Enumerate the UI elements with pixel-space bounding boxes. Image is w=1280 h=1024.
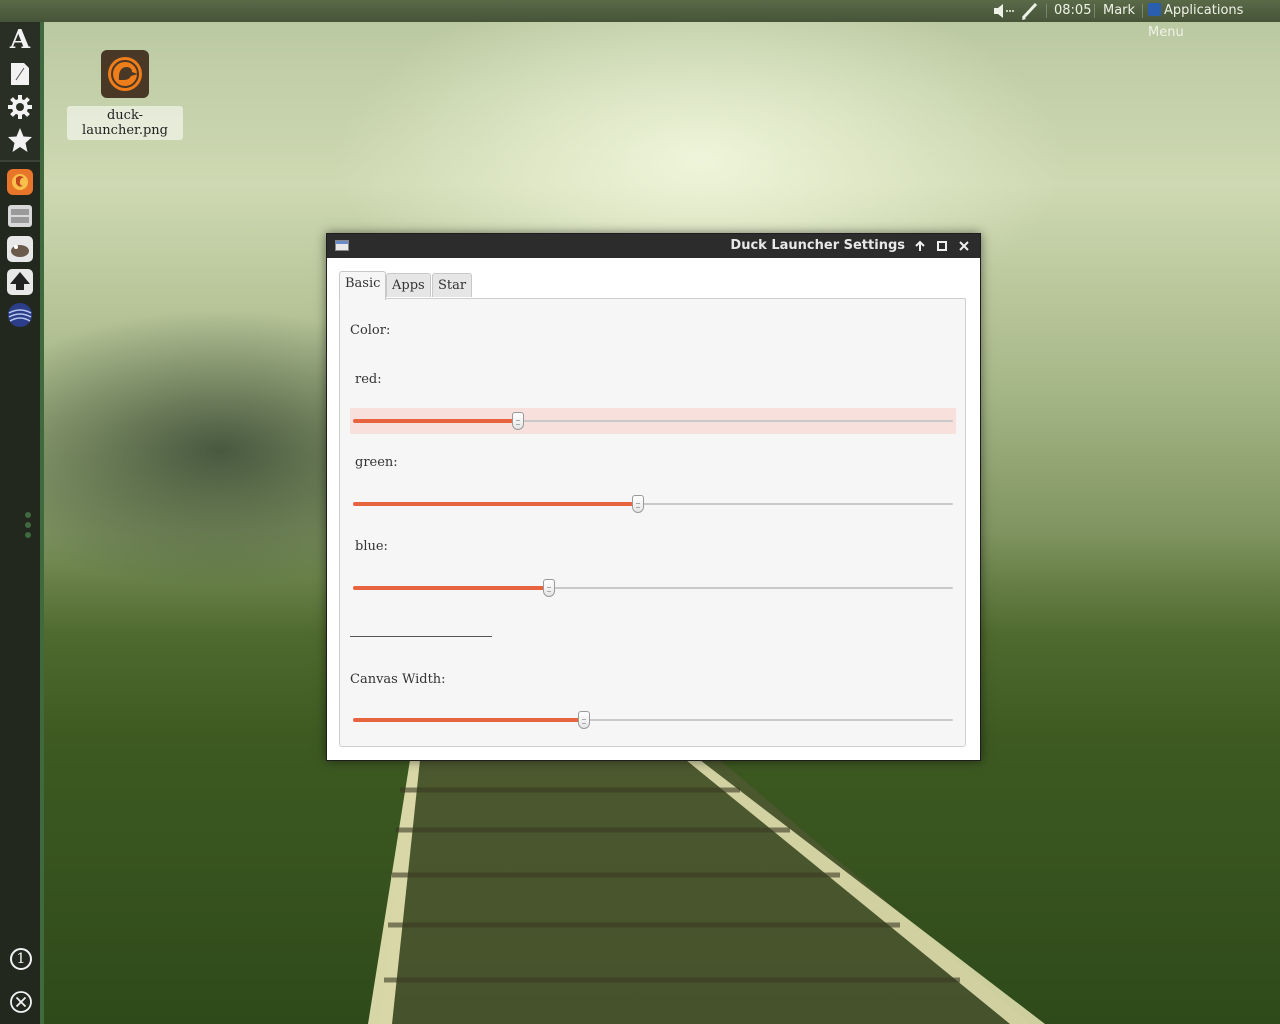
maximize-icon[interactable]	[934, 238, 950, 254]
settings-window: Duck Launcher Settings Basic Apps Star C…	[326, 233, 981, 761]
canvas-width-label: Canvas Width:	[350, 672, 446, 687]
red-label: red:	[355, 372, 382, 387]
user-name[interactable]: Mark	[1103, 0, 1135, 22]
shade-icon[interactable]	[912, 238, 928, 254]
globe-icon[interactable]	[6, 301, 34, 329]
left-dock: A 1	[0, 22, 44, 1024]
desktop-file-duck-launcher[interactable]: duck-launcher.png	[67, 50, 183, 140]
menu-logo-icon	[1148, 3, 1161, 16]
star-icon[interactable]	[6, 126, 34, 154]
firefox-icon[interactable]	[6, 168, 34, 196]
workspace-indicator[interactable]: 1	[10, 948, 32, 970]
window-titlebar[interactable]: Duck Launcher Settings	[327, 234, 980, 258]
applications-menu-label: Applications Menu	[1148, 3, 1244, 40]
section-divider	[350, 636, 492, 637]
green-label: green:	[355, 455, 398, 470]
gear-icon[interactable]	[6, 93, 34, 121]
top-panel: 08:05 Mark Applications Menu	[0, 0, 1280, 40]
document-icon[interactable]	[6, 60, 34, 88]
blue-label: blue:	[355, 539, 388, 554]
canvas-width-slider[interactable]	[350, 707, 956, 733]
dock-resize-handle[interactable]	[25, 512, 33, 540]
window-title: Duck Launcher Settings	[730, 238, 905, 253]
close-window-icon[interactable]	[956, 238, 972, 254]
color-label: Color:	[350, 323, 391, 338]
duck-launcher-icon	[101, 50, 149, 98]
gimp-icon[interactable]	[6, 235, 34, 263]
volume-icon[interactable]	[992, 0, 1016, 22]
blue-slider[interactable]	[350, 575, 956, 601]
pen-icon[interactable]	[1020, 0, 1040, 22]
clock[interactable]: 08:05	[1054, 0, 1091, 22]
tab-basic[interactable]: Basic	[339, 271, 387, 300]
red-slider[interactable]	[350, 408, 956, 434]
desktop-file-label: duck-launcher.png	[67, 106, 183, 140]
green-slider-handle[interactable]	[632, 495, 644, 513]
red-slider-handle[interactable]	[512, 412, 524, 430]
files-icon[interactable]	[6, 202, 34, 230]
tab-star[interactable]: Star	[432, 273, 473, 297]
applications-menu-button[interactable]: Applications Menu	[1148, 0, 1280, 40]
canvas-width-slider-handle[interactable]	[578, 711, 590, 729]
green-slider[interactable]	[350, 491, 956, 517]
basic-tab-panel: Color: red: green: blue: Canvas Width:	[339, 298, 966, 747]
inkscape-icon[interactable]	[6, 268, 34, 296]
blue-slider-handle[interactable]	[543, 579, 556, 597]
font-icon[interactable]: A	[6, 25, 34, 55]
close-icon[interactable]	[10, 991, 32, 1013]
tab-apps[interactable]: Apps	[386, 273, 431, 297]
window-menu-icon[interactable]	[335, 240, 349, 251]
